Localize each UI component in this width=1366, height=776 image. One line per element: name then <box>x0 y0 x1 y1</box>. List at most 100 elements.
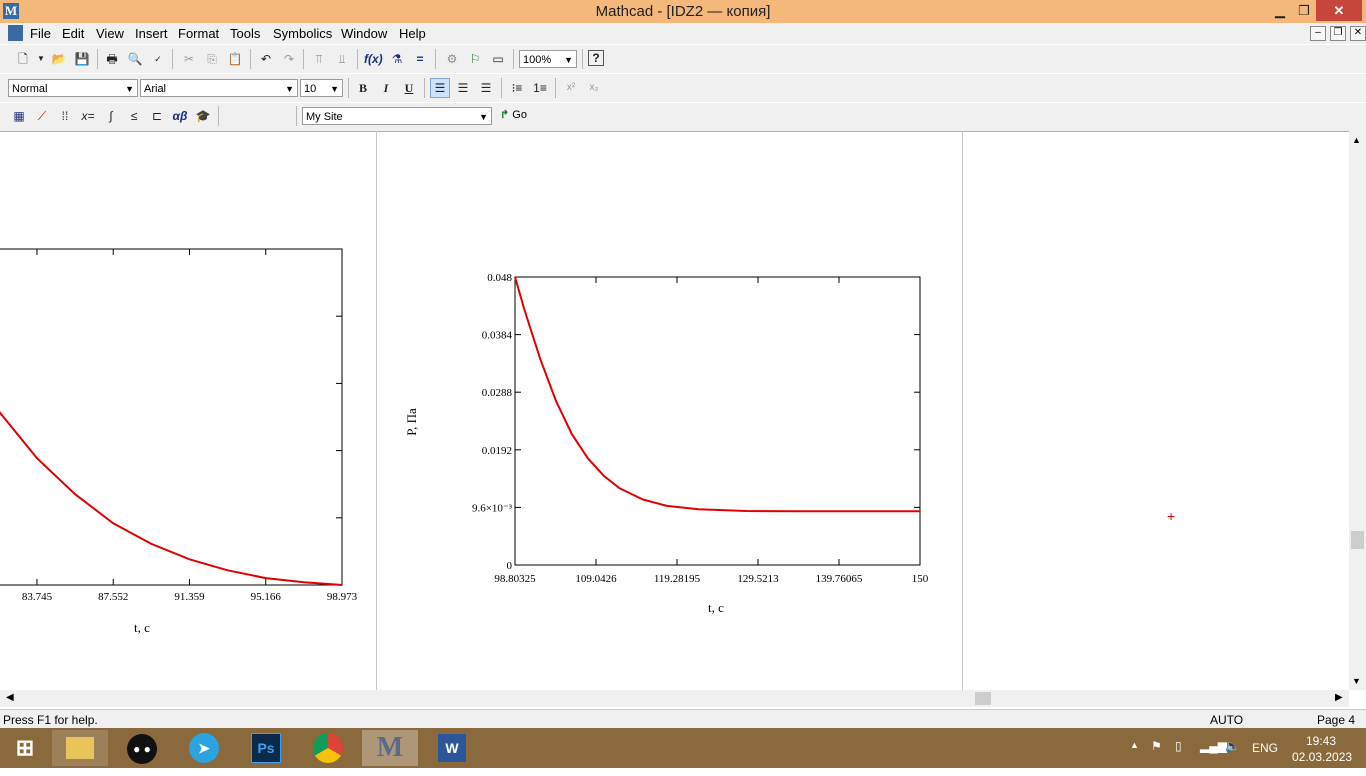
vertical-scroll-thumb[interactable] <box>1351 531 1364 549</box>
telegram-icon: ➤ <box>189 733 219 763</box>
action-center-icon[interactable]: ⚑ <box>1151 739 1162 753</box>
menu-file[interactable]: File <box>30 26 51 41</box>
plot-right[interactable]: 98.80325 109.0426 119.28195 129.5213 139.760… <box>396 262 946 632</box>
menu-symbolics[interactable]: Symbolics <box>273 26 332 41</box>
mathcad-icon: M <box>376 732 404 763</box>
insert-function-icon[interactable]: f(x) <box>364 50 383 68</box>
underline-button[interactable]: U <box>400 79 418 97</box>
taskbar-telegram[interactable]: ➤ <box>176 730 232 766</box>
redo-icon[interactable]: ↷ <box>280 50 298 68</box>
scroll-left-icon[interactable]: ◀ <box>6 692 14 703</box>
mdi-restore-button[interactable]: ❐ <box>1330 26 1346 41</box>
greek-icon[interactable]: αβ <box>171 107 189 125</box>
scroll-right-icon[interactable]: ▶ <box>1335 692 1343 703</box>
horizontal-scrollbar[interactable]: ◀ ▶ <box>0 690 1349 707</box>
battery-icon[interactable]: ▯ <box>1175 739 1182 753</box>
calculate-icon[interactable]: = <box>411 50 429 68</box>
menu-bar: File Edit View Insert Format Tools Symbo… <box>0 23 1366 44</box>
tray-expand-icon[interactable]: ▲ <box>1130 740 1139 750</box>
style-select[interactable]: Normal ▼ <box>8 79 138 97</box>
taskbar-mathcad[interactable]: M <box>362 730 418 766</box>
spell-check-icon[interactable]: ✓ <box>149 50 167 68</box>
programming-icon[interactable]: ⊏ <box>148 107 166 125</box>
plot-left[interactable]: 83.745 87.552 91.359 95.166 98.973 t, c <box>0 240 376 640</box>
menu-insert[interactable]: Insert <box>135 26 168 41</box>
save-icon[interactable]: 💾 <box>73 50 91 68</box>
x-tick-label: 109.0426 <box>575 573 617 585</box>
help-icon[interactable]: ? <box>588 50 604 66</box>
numbered-list-icon[interactable]: 1≡ <box>531 79 549 97</box>
horizontal-scroll-thumb[interactable] <box>975 692 991 705</box>
taskbar-panda[interactable]: ● ● <box>114 730 170 766</box>
y-tick-label: 0.0384 <box>482 330 513 342</box>
align-left-icon[interactable]: ☰ <box>430 78 450 98</box>
start-windows-icon[interactable]: ⊞ <box>0 730 50 766</box>
font-select[interactable]: Arial ▼ <box>140 79 298 97</box>
plot-left-xlabel: t, c <box>134 620 150 635</box>
taskbar-word[interactable]: W <box>424 730 480 766</box>
restore-button[interactable]: ❐ <box>1292 0 1316 21</box>
align-down-icon[interactable]: ⫫ <box>333 50 351 68</box>
vertical-scrollbar[interactable]: ▲ ▼ <box>1349 131 1366 690</box>
calculus-icon[interactable]: ∫ <box>102 107 120 125</box>
scroll-down-icon[interactable]: ▼ <box>1352 676 1361 686</box>
cut-icon[interactable]: ✂ <box>180 50 198 68</box>
subscript-icon[interactable]: x₂ <box>585 79 603 97</box>
plot-right-ylabel: P, Па <box>404 408 419 436</box>
menu-tools[interactable]: Tools <box>230 26 260 41</box>
paste-icon[interactable]: 📋 <box>226 50 244 68</box>
taskbar-photoshop[interactable]: Ps <box>238 730 294 766</box>
status-bar: Press F1 for help. AUTO Page 4 <box>0 709 1366 730</box>
align-top-icon[interactable]: ⫪ <box>310 50 328 68</box>
menu-window[interactable]: Window <box>341 26 387 41</box>
graph-icon[interactable]: ⟋ <box>33 107 51 125</box>
boolean-icon[interactable]: ≤ <box>125 107 143 125</box>
go-button[interactable]: ↱ Go <box>500 108 527 121</box>
math-toolbar: ▦ ⟋ ⁞⁞ x= ∫ ≤ ⊏ αβ 🎓 My Site ▼ ↱ Go <box>0 102 1366 132</box>
resource-center-icon[interactable]: ⚐ <box>466 50 484 68</box>
print-icon[interactable]: 🖶 <box>103 50 121 68</box>
volume-icon[interactable]: 🔈 <box>1225 739 1240 753</box>
align-right-icon[interactable]: ☰ <box>477 79 495 97</box>
scroll-up-icon[interactable]: ▲ <box>1352 135 1361 145</box>
evaluation-icon[interactable]: x= <box>79 107 97 125</box>
plot-right-ticks <box>514 276 921 566</box>
close-button[interactable]: ✕ <box>1316 0 1362 21</box>
menu-help[interactable]: Help <box>399 26 426 41</box>
matrix-icon[interactable]: ⁞⁞ <box>56 107 74 125</box>
document-icon[interactable] <box>8 25 23 41</box>
clock-date[interactable]: 02.03.2023 <box>1292 750 1352 764</box>
clock-time[interactable]: 19:43 <box>1306 734 1336 748</box>
print-preview-icon[interactable]: 🔍 <box>126 50 144 68</box>
open-folder-icon[interactable]: 📂 <box>50 50 68 68</box>
menu-edit[interactable]: Edit <box>62 26 84 41</box>
menu-view[interactable]: View <box>96 26 124 41</box>
align-center-icon[interactable]: ☰ <box>454 79 472 97</box>
site-select[interactable]: My Site ▼ <box>302 107 492 125</box>
insert-component-icon[interactable]: ⚙ <box>443 50 461 68</box>
italic-button[interactable]: I <box>377 79 395 97</box>
new-dropdown-chevron-icon[interactable]: ▼ <box>32 50 50 68</box>
bold-button[interactable]: B <box>354 79 372 97</box>
insert-unit-icon[interactable]: ⚗ <box>388 50 406 68</box>
symbolic-icon[interactable]: 🎓 <box>194 107 212 125</box>
x-tick-label: 98.80325 <box>494 573 536 585</box>
new-document-icon[interactable]: 🗋 <box>14 50 32 68</box>
undo-icon[interactable]: ↶ <box>257 50 275 68</box>
network-icon[interactable]: ▂▄▆ <box>1200 739 1227 753</box>
taskbar-explorer[interactable] <box>52 730 108 766</box>
window-icon[interactable]: ▭ <box>489 50 507 68</box>
calculator-icon[interactable]: ▦ <box>10 107 28 125</box>
mdi-close-button[interactable]: ✕ <box>1350 26 1366 41</box>
font-size-select[interactable]: 10 ▼ <box>300 79 343 97</box>
copy-icon[interactable]: ⎘ <box>203 50 221 68</box>
bullet-list-icon[interactable]: ⁝≡ <box>508 79 526 97</box>
superscript-icon[interactable]: x² <box>562 79 580 97</box>
taskbar-chrome[interactable] <box>300 730 356 766</box>
language-indicator[interactable]: ENG <box>1252 741 1278 755</box>
menu-format[interactable]: Format <box>178 26 219 41</box>
zoom-select[interactable]: 100% ▼ <box>519 50 577 68</box>
mdi-minimize-button[interactable]: – <box>1310 26 1326 41</box>
minimize-button[interactable]: ▁ <box>1268 0 1292 21</box>
y-tick-label: 0.048 <box>487 272 512 284</box>
